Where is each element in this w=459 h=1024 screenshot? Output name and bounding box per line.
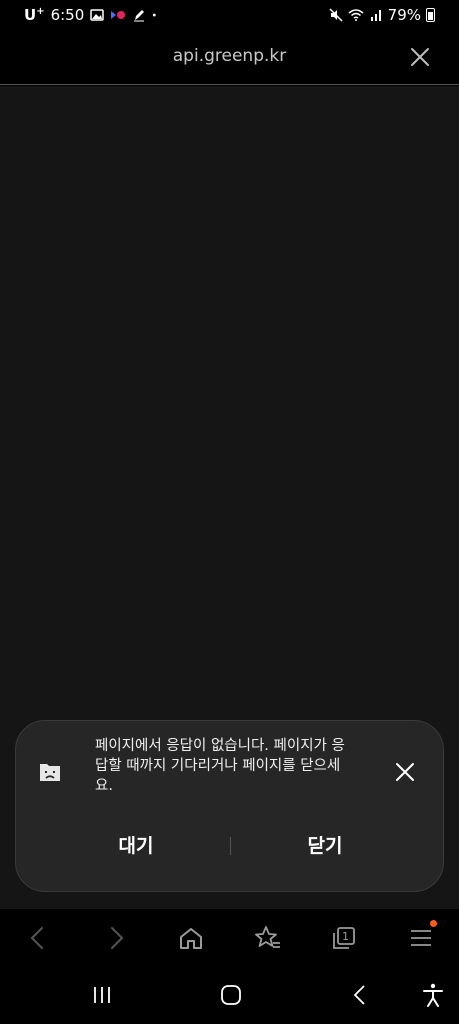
battery-icon [426, 8, 435, 22]
carrier-label: U+ [24, 6, 45, 24]
bookmark-icon[interactable] [254, 924, 282, 952]
button-divider [230, 837, 231, 855]
youtube-music-icon [111, 11, 126, 19]
status-time: 6:50 [50, 6, 85, 24]
browser-toolbar: 1 [0, 910, 459, 965]
wifi-icon [348, 9, 364, 21]
menu-button[interactable] [407, 920, 437, 952]
forward-icon[interactable] [101, 924, 129, 952]
accessibility-icon[interactable] [420, 982, 446, 1008]
status-bar: U+ 6:50 79% [0, 0, 459, 32]
recent-apps-icon[interactable] [89, 982, 115, 1008]
tab-count: 1 [342, 930, 349, 943]
url-text[interactable]: api.greenp.kr [0, 46, 459, 66]
pen-icon [134, 10, 145, 22]
wait-button[interactable]: 대기 [66, 831, 206, 858]
dot-icon [153, 13, 156, 17]
back-icon[interactable] [25, 924, 53, 952]
notification-badge [430, 920, 437, 927]
system-navigation-bar [0, 965, 459, 1024]
battery-percent: 79% [387, 6, 421, 24]
dialog-message: 페이지에서 응답이 없습니다. 페이지가 응답할 때까지 기다리거나 페이지를 … [95, 738, 345, 794]
unresponsive-page-dialog: 페이지에서 응답이 없습니다. 페이지가 응답할 때까지 기다리거나 페이지를 … [15, 720, 444, 892]
dialog-close-icon[interactable] [394, 761, 416, 783]
system-back-icon[interactable] [347, 982, 373, 1008]
signal-icon [370, 10, 381, 21]
close-page-button[interactable]: 닫기 [255, 831, 395, 858]
gallery-icon [90, 9, 105, 21]
close-icon[interactable] [409, 46, 431, 68]
sad-page-icon [40, 764, 60, 781]
system-home-icon[interactable] [218, 982, 244, 1008]
menu-icon [411, 930, 431, 946]
url-bar: api.greenp.kr [0, 32, 459, 85]
home-icon[interactable] [177, 924, 205, 952]
tabs-button[interactable]: 1 [330, 924, 358, 952]
mute-icon [329, 8, 343, 22]
